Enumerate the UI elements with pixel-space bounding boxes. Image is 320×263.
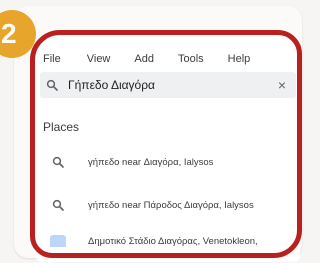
menu-bar: File View Add Tools Help [43, 51, 274, 67]
search-icon [46, 78, 60, 92]
location-icon [50, 235, 66, 247]
search-panel: File View Add Tools Help × Places γήπεδο… [36, 36, 300, 262]
place-suggestion-label: γήπεδο near Διαγόρα, Ialysos [88, 156, 214, 168]
clear-search-icon[interactable]: × [278, 78, 286, 92]
places-section-title: Places [43, 120, 80, 134]
search-input[interactable] [68, 78, 264, 92]
menu-add[interactable]: Add [134, 53, 154, 65]
menu-tools[interactable]: Tools [178, 53, 204, 65]
menu-help[interactable]: Help [228, 53, 251, 65]
place-suggestion-label: γήπεδο near Πάροδος Διαγόρα, Ialysos [88, 199, 254, 211]
search-bar: × [40, 72, 296, 98]
search-icon [50, 154, 66, 170]
search-icon [50, 197, 66, 213]
place-suggestion-label: Δημοτικό Στάδιο Διαγόρας, Venetokleon, [88, 235, 258, 247]
place-suggestion[interactable]: Δημοτικό Στάδιο Διαγόρας, Venetokleon, [36, 229, 300, 253]
place-suggestion[interactable]: γήπεδο near Διαγόρα, Ialysos [36, 150, 300, 174]
place-suggestion[interactable]: γήπεδο near Πάροδος Διαγόρα, Ialysos [36, 193, 300, 217]
menu-file[interactable]: File [43, 53, 61, 65]
menu-view[interactable]: View [87, 53, 111, 65]
